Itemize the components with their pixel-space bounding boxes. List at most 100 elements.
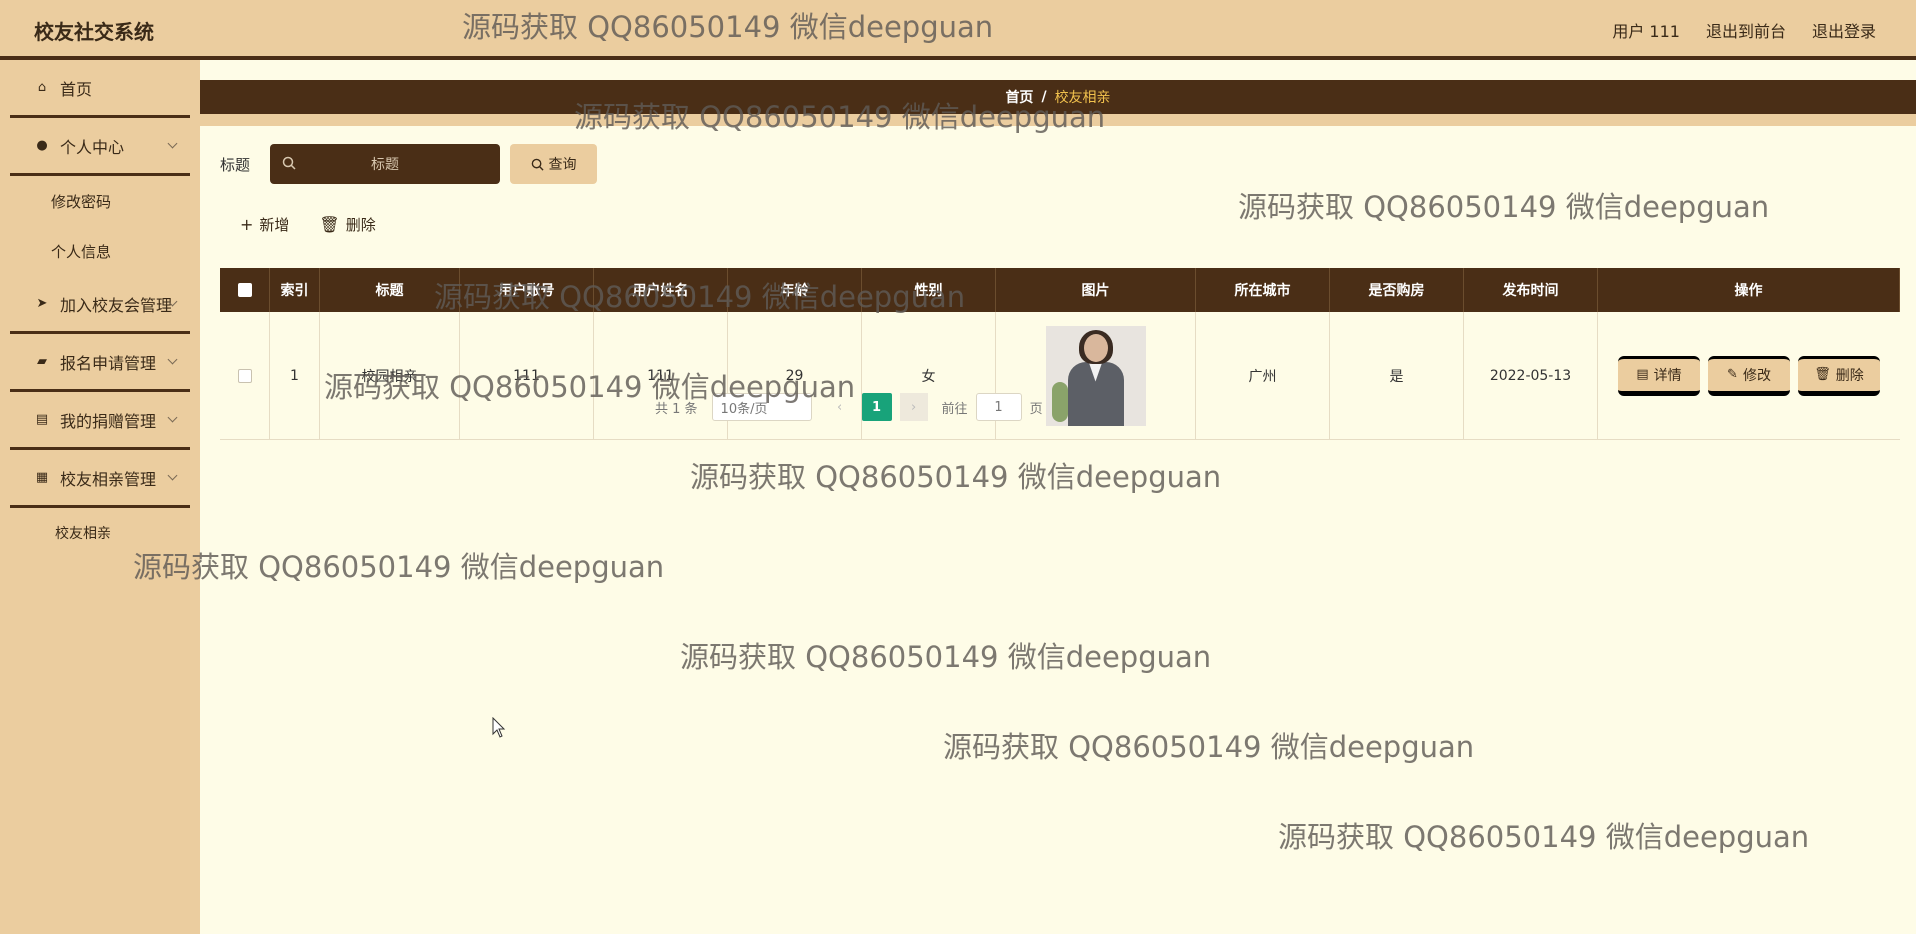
table-header: 索引 标题 用户账号 用户姓名 年龄 性别 图片 所在城市 是否购房 发布时间 … — [220, 268, 1900, 312]
cell-index: 1 — [270, 312, 320, 439]
photo-head — [1083, 333, 1108, 362]
pagination: 共 1 条 10条/页 ‹ 1 › 前往 1 页 — [655, 393, 1043, 421]
profile-photo[interactable] — [1045, 325, 1146, 426]
sidebar-item-label: 校友相亲管理 — [60, 469, 157, 489]
search-bar: 标题 标题 查询 — [220, 144, 598, 184]
pencil-icon: ✎ — [1727, 367, 1738, 382]
sidebar-item-label: 加入校友会管理 — [60, 295, 173, 315]
table-row: 1 校园相亲 111 111 29 女 广州 是 2022-05-13 ▤ 详情… — [220, 312, 1900, 440]
breadcrumb-current: 校友相亲 — [1054, 90, 1111, 106]
sidebar-item-label: 首页 — [60, 79, 93, 99]
detail-button-label: 详情 — [1653, 367, 1682, 384]
breadcrumb: 首页 / 校友相亲 — [200, 80, 1916, 114]
edit-button[interactable]: ✎ 修改 — [1708, 355, 1790, 396]
chevron-down-icon — [167, 138, 178, 149]
send-icon: ➤ — [36, 296, 48, 311]
sidebar-item-join-alumni[interactable]: ➤ 加入校友会管理 — [10, 276, 190, 334]
batch-delete-label: 删除 — [345, 216, 376, 234]
goto-page-input[interactable]: 1 — [975, 393, 1022, 421]
home-icon: ⌂ — [37, 80, 47, 95]
batch-delete-button[interactable]: 🗑 删除 — [319, 214, 375, 235]
breadcrumb-home[interactable]: 首页 — [1005, 87, 1033, 107]
top-header: 校友社交系统 用户 111 退出到前台 退出登录 — [0, 0, 1916, 60]
sidebar-item-label: 我的捐赠管理 — [60, 411, 157, 431]
chevron-down-icon — [167, 470, 178, 481]
breadcrumb-band — [200, 114, 1916, 126]
clipboard-icon: ▤ — [35, 412, 49, 427]
cell-house: 是 — [1330, 312, 1464, 439]
document-icon: ▤ — [1636, 367, 1649, 382]
sidebar-item-label: 报名申请管理 — [60, 353, 157, 373]
pagination-total: 共 1 条 — [655, 401, 698, 417]
column-header: 索引 — [270, 268, 320, 312]
app-title: 校友社交系统 — [34, 20, 154, 44]
goto-label: 前往 — [941, 401, 968, 417]
chevron-left-icon: ‹ — [836, 399, 843, 415]
column-header: 标题 — [320, 268, 460, 312]
sidebar-subitem-change-password[interactable]: 修改密码 — [0, 176, 200, 226]
column-header: 所在城市 — [1196, 268, 1330, 312]
cell-published: 2022-05-13 — [1464, 312, 1598, 439]
grid-icon: ▦ — [35, 470, 49, 485]
search-icon — [531, 158, 544, 171]
sidebar-item-label: 个人中心 — [60, 137, 125, 157]
add-button-label: 新增 — [259, 216, 290, 234]
select-all-cell — [220, 268, 270, 312]
search-icon — [282, 156, 296, 170]
sidebar-item-registration[interactable]: ▰ 报名申请管理 — [10, 334, 190, 392]
column-header: 年龄 — [728, 268, 862, 312]
column-header: 用户账号 — [460, 268, 594, 312]
chevron-down-icon — [167, 412, 178, 423]
edit-button-label: 修改 — [1742, 367, 1771, 384]
mouse-cursor-icon — [492, 717, 506, 738]
select-all-checkbox[interactable] — [237, 283, 252, 297]
sidebar-subitem-dating[interactable]: 校友相亲 — [0, 508, 200, 558]
query-button[interactable]: 查询 — [510, 144, 598, 184]
cell-title: 校园相亲 — [320, 312, 460, 439]
column-header: 图片 — [996, 268, 1196, 312]
query-button-label: 查询 — [548, 157, 577, 173]
row-checkbox[interactable] — [237, 368, 252, 383]
user-account-label[interactable]: 用户 111 — [1612, 18, 1680, 42]
column-header: 操作 — [1598, 268, 1900, 312]
add-button[interactable]: + 新增 — [240, 214, 289, 235]
column-header: 是否购房 — [1330, 268, 1464, 312]
next-page-button[interactable]: › — [899, 393, 928, 421]
detail-button[interactable]: ▤ 详情 — [1618, 355, 1700, 396]
logout-link[interactable]: 退出登录 — [1812, 18, 1876, 42]
data-table: 索引 标题 用户账号 用户姓名 年龄 性别 图片 所在城市 是否购房 发布时间 … — [220, 268, 1900, 440]
sidebar-item-donation[interactable]: ▤ 我的捐赠管理 — [10, 392, 190, 450]
main-content: 首页 / 校友相亲 标题 标题 查询 + 新增 🗑 删除 索引 标题 用户账号 — [200, 60, 1916, 934]
prev-page-button[interactable]: ‹ — [826, 393, 854, 421]
column-header: 发布时间 — [1464, 268, 1598, 312]
page-size-select[interactable]: 10条/页 — [711, 393, 812, 421]
delete-button-label: 删除 — [1835, 367, 1864, 384]
row-actions: ▤ 详情 ✎ 修改 🗑 删除 — [1618, 355, 1880, 396]
exit-to-front-link[interactable]: 退出到前台 — [1706, 18, 1786, 42]
search-input[interactable]: 标题 — [270, 144, 501, 184]
cell-city: 广州 — [1196, 312, 1330, 439]
sidebar: ⌂ 首页 ● 个人中心 修改密码 个人信息 ➤ 加入校友会管理 ▰ 报名申请管理… — [0, 60, 200, 934]
briefcase-icon: ▰ — [37, 354, 47, 369]
column-header: 性别 — [862, 268, 996, 312]
trash-icon: 🗑 — [319, 215, 340, 234]
search-placeholder: 标题 — [371, 157, 400, 173]
toolbar: + 新增 🗑 删除 — [240, 214, 376, 235]
row-select-cell — [220, 312, 270, 439]
sidebar-item-personal-center[interactable]: ● 个人中心 — [10, 118, 190, 176]
column-header: 用户姓名 — [594, 268, 728, 312]
chevron-right-icon: › — [910, 399, 917, 415]
user-icon: ● — [36, 138, 48, 153]
sidebar-item-dating-management[interactable]: ▦ 校友相亲管理 — [10, 450, 190, 508]
delete-button[interactable]: 🗑 删除 — [1798, 355, 1880, 396]
trash-icon: 🗑 — [1814, 367, 1831, 382]
photo-plant — [1051, 381, 1068, 422]
page-number-current[interactable]: 1 — [861, 393, 892, 421]
plus-icon: + — [240, 215, 254, 234]
sidebar-subitem-personal-info[interactable]: 个人信息 — [0, 226, 200, 276]
cell-account: 111 — [460, 312, 594, 439]
sidebar-item-home[interactable]: ⌂ 首页 — [10, 60, 190, 118]
header-actions: 用户 111 退出到前台 退出登录 — [1612, 18, 1876, 42]
page-unit-label: 页 — [1029, 401, 1043, 417]
cell-actions: ▤ 详情 ✎ 修改 🗑 删除 — [1598, 312, 1900, 439]
